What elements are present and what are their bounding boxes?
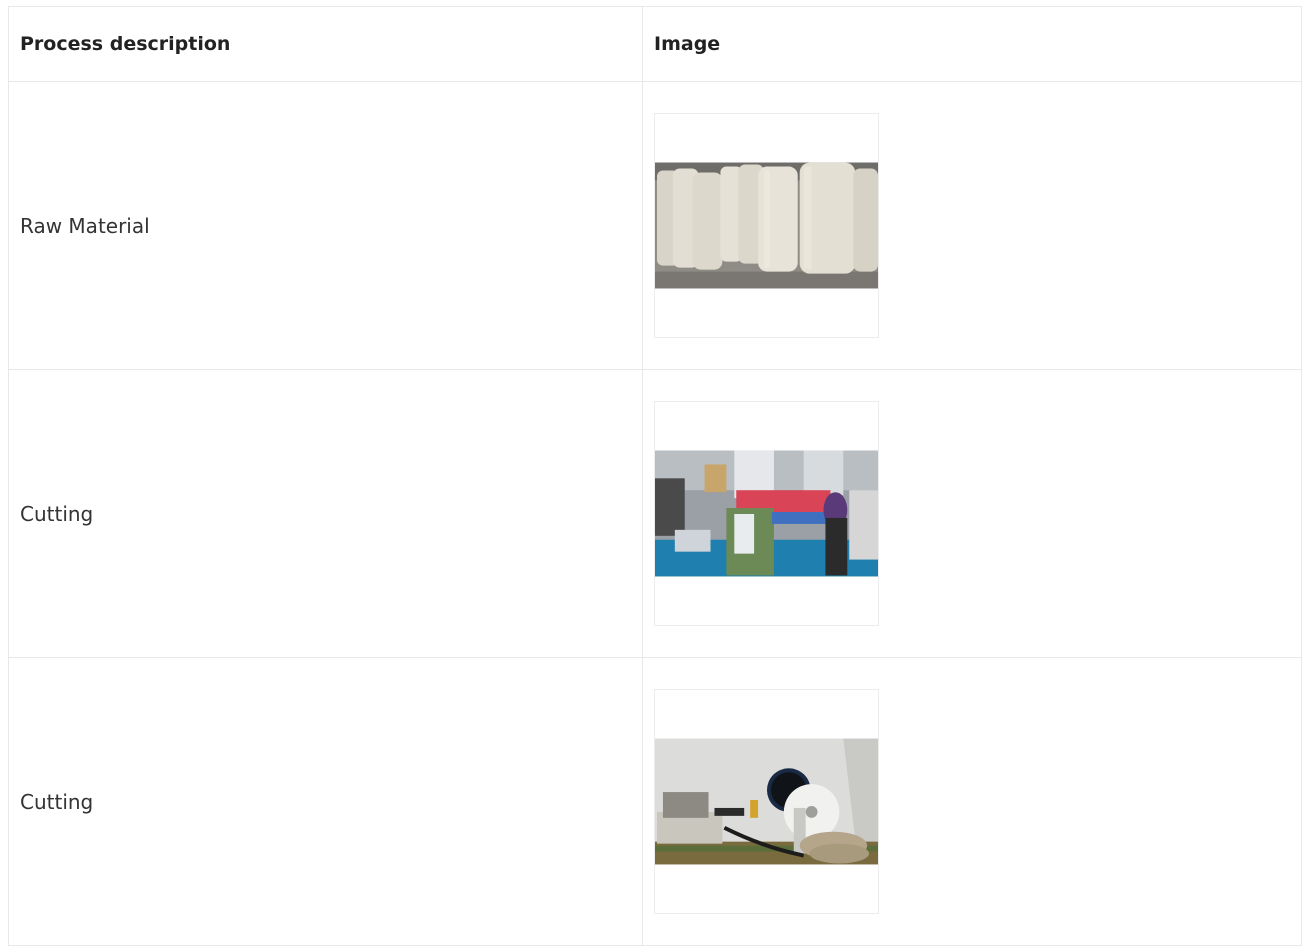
process-table: Process description Image Raw Material C… <box>8 6 1302 946</box>
table-row: Raw Material <box>8 81 1302 370</box>
header-image: Image <box>642 6 1302 82</box>
tape-reel-machine-photo <box>655 738 878 865</box>
product-thumbnail[interactable] <box>654 401 879 626</box>
image-cell <box>642 369 1302 658</box>
process-table-container: Process description Image Raw Material C… <box>8 6 1302 946</box>
cutting-machine-photo <box>655 450 878 577</box>
table-row: Cutting <box>8 369 1302 658</box>
process-cell: Cutting <box>8 657 643 946</box>
product-thumbnail[interactable] <box>654 689 879 914</box>
table-header-row: Process description Image <box>8 6 1302 82</box>
fabric-rolls-photo <box>655 162 878 289</box>
process-cell: Raw Material <box>8 81 643 370</box>
table-row: Cutting <box>8 657 1302 946</box>
header-process-description: Process description <box>8 6 643 82</box>
process-cell: Cutting <box>8 369 643 658</box>
product-thumbnail[interactable] <box>654 113 879 338</box>
image-cell <box>642 81 1302 370</box>
image-cell <box>642 657 1302 946</box>
